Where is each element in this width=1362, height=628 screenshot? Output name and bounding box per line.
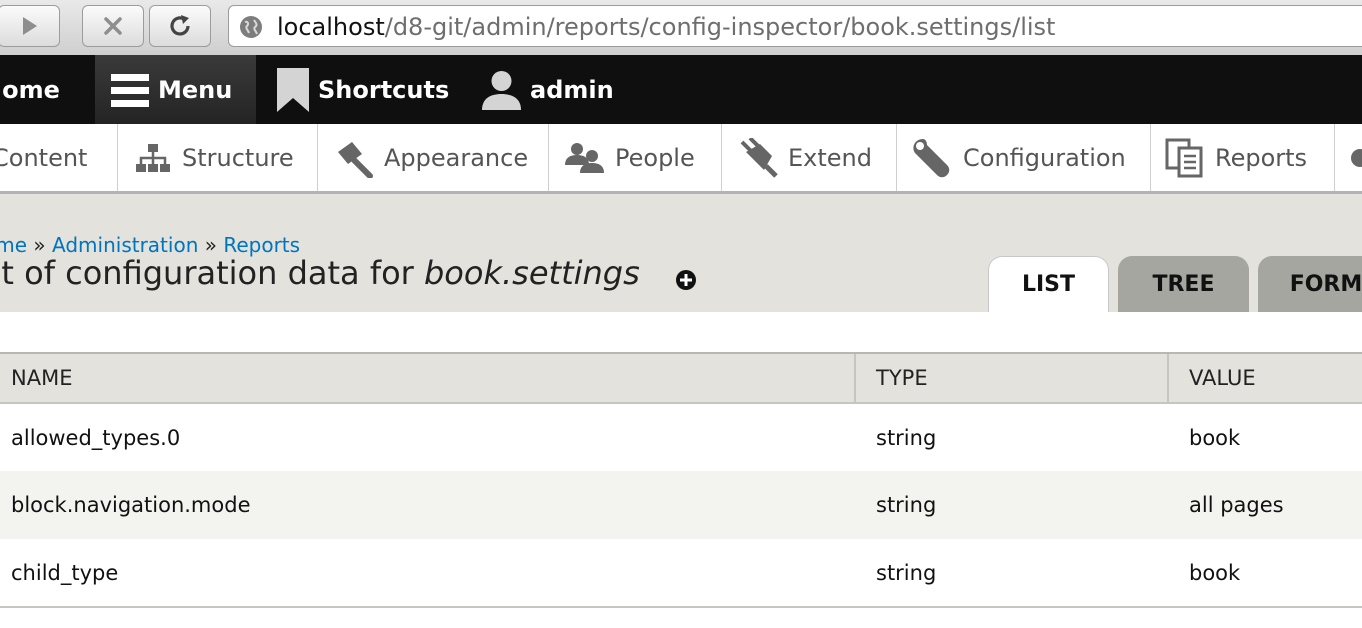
tray-item-reports[interactable]: Reports	[1151, 124, 1335, 191]
reports-icon	[1165, 138, 1203, 177]
wrench-icon	[913, 138, 950, 177]
page-title-config-name: book.settings	[423, 254, 640, 292]
help-icon	[1351, 148, 1362, 167]
toolbar-shortcuts-tab[interactable]: Shortcuts	[276, 55, 449, 124]
tray-item-label: Content	[0, 143, 88, 172]
tray-item-help[interactable]	[1335, 124, 1362, 191]
close-icon	[104, 17, 122, 35]
tray-item-label: Appearance	[384, 143, 529, 172]
cell-name: block.navigation.mode	[0, 471, 855, 539]
tab-label: FORM	[1289, 271, 1362, 297]
tray-item-extend[interactable]: Extend	[722, 124, 897, 191]
toolbar-menu-label: Menu	[158, 75, 233, 104]
cell-value: all pages	[1168, 471, 1362, 539]
address-bar[interactable]: localhost/d8-git/admin/reports/config-in…	[228, 5, 1362, 47]
toolbar-user-label: admin	[530, 75, 614, 104]
column-header-value: VALUE	[1167, 352, 1362, 404]
cell-name: allowed_types.0	[11, 425, 181, 450]
structure-icon	[136, 143, 170, 172]
globe-icon	[240, 16, 262, 38]
cell-value: book	[1168, 539, 1362, 608]
admin-toolbar: Home Menu Shortcuts admin	[0, 55, 1362, 124]
reload-icon	[170, 15, 190, 36]
stop-button[interactable]	[82, 5, 144, 47]
hamburger-icon	[111, 73, 149, 107]
toolbar-home-label: Home	[0, 75, 60, 104]
people-icon	[565, 142, 604, 173]
tray-item-label: Structure	[182, 143, 294, 172]
cell-value: book	[1189, 425, 1241, 450]
reload-button[interactable]	[149, 5, 211, 47]
tab-list[interactable]: LIST	[988, 256, 1109, 312]
tray-item-configuration[interactable]: Configuration	[897, 124, 1151, 191]
forward-button[interactable]	[0, 5, 60, 47]
tray-item-label: Configuration	[963, 143, 1126, 172]
table-row: child_type string book	[0, 539, 1362, 608]
tray-item-people[interactable]: People	[549, 124, 722, 191]
cell-name: child_type	[0, 539, 855, 608]
page-title-prefix: List of configuration data for	[0, 254, 424, 292]
tray-item-label: People	[615, 143, 695, 172]
appearance-icon	[338, 141, 373, 178]
table-header-row: NAME TYPE VALUE	[0, 352, 1362, 404]
tab-tree[interactable]: TREE	[1118, 256, 1249, 312]
browser-toolbar: localhost/d8-git/admin/reports/config-in…	[0, 0, 1362, 56]
play-forward-icon	[23, 17, 37, 35]
tray-item-label: Reports	[1215, 143, 1308, 172]
toolbar-shortcuts-label: Shortcuts	[318, 75, 450, 104]
table-row: block.navigation.mode string all pages	[0, 471, 1362, 539]
page-header: Home » Administration » Reports List of …	[0, 194, 1362, 312]
tray-item-label: Extend	[788, 143, 872, 172]
page-title: List of configuration data for book.sett…	[0, 254, 640, 292]
bookmark-icon	[277, 67, 309, 112]
column-header-name: NAME	[0, 352, 855, 404]
cell-type: string	[876, 425, 937, 450]
tray-item-appearance[interactable]: Appearance	[318, 124, 549, 191]
toolbar-home-link[interactable]: Home	[0, 55, 94, 124]
tray-item-content[interactable]: Content	[0, 124, 118, 191]
toolbar-user-tab[interactable]: admin	[481, 55, 614, 124]
url-text: localhost/d8-git/admin/reports/config-in…	[277, 13, 1055, 41]
cell-type: string	[855, 471, 1168, 539]
url-path: /d8-git/admin/reports/config-inspector/b…	[384, 13, 1056, 41]
table-row: allowed_types.0 string book	[0, 403, 1362, 471]
url-host: localhost	[277, 13, 385, 41]
menu-tray: Content Structure Appearance People Exte…	[0, 124, 1362, 194]
tab-label: LIST	[1021, 272, 1076, 297]
plug-icon	[740, 137, 778, 178]
tab-label: TREE	[1152, 271, 1215, 297]
config-data-table: NAME TYPE VALUE allowed_types.0 string b…	[0, 352, 1362, 608]
tab-form[interactable]: FORM	[1258, 256, 1362, 312]
user-icon	[482, 71, 521, 110]
toolbar-menu-tab[interactable]: Menu	[95, 55, 256, 124]
add-shortcut-icon[interactable]	[675, 269, 697, 291]
cell-type: string	[855, 539, 1168, 608]
tray-item-structure[interactable]: Structure	[118, 124, 318, 191]
column-header-type: TYPE	[854, 352, 1168, 404]
